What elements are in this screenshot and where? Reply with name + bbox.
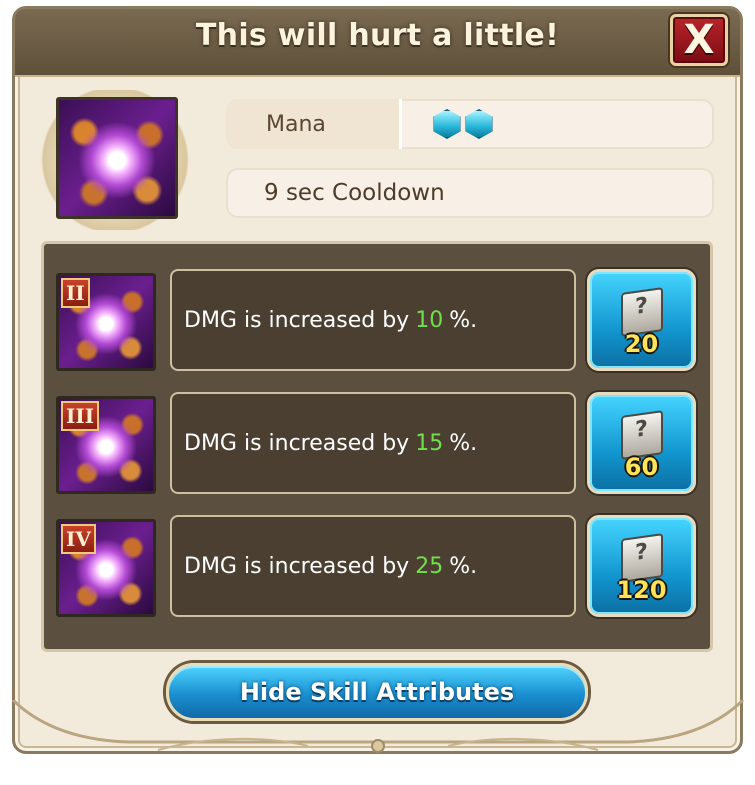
mana-gem-icon	[465, 109, 493, 139]
skill-level-row: IV DMG is increased by 25 %. 120	[56, 515, 696, 619]
skill-level-row: II DMG is increased by 10 %. 20	[56, 269, 696, 373]
cost-value: 120	[616, 576, 667, 604]
description-prefix: DMG is increased by	[184, 307, 410, 333]
mana-gems	[432, 109, 494, 139]
description-prefix: DMG is increased by	[184, 430, 410, 456]
upgrade-cost-button[interactable]: 20	[587, 269, 696, 371]
mana-cost-row: Mana	[226, 99, 714, 149]
upgrade-cost-button[interactable]: 120	[587, 515, 696, 617]
level-numeral: III	[61, 401, 100, 431]
close-icon: X	[683, 17, 715, 63]
percent-value: 25	[415, 553, 444, 579]
level-description: DMG is increased by 15 %.	[170, 392, 576, 494]
cost-value: 60	[624, 453, 659, 481]
percent-value: 10	[415, 307, 444, 333]
description-prefix: DMG is increased by	[184, 553, 410, 579]
cooldown-text: 9 sec Cooldown	[226, 168, 714, 218]
level-description: DMG is increased by 25 %.	[170, 515, 576, 617]
spiral-burst-skill-icon	[56, 97, 178, 219]
skill-level-row: III DMG is increased by 15 %. 60	[56, 392, 696, 496]
level-numeral: II	[61, 278, 90, 308]
description-suffix: %.	[449, 430, 478, 456]
description-suffix: %.	[449, 553, 478, 579]
dialog-title: This will hurt a little!	[195, 18, 560, 53]
skill-level-icon: III	[56, 396, 156, 494]
description-suffix: %.	[449, 307, 478, 333]
skill-level-icon: II	[56, 273, 156, 371]
cost-value: 20	[624, 330, 659, 358]
mana-label: Mana	[226, 99, 402, 149]
level-description: DMG is increased by 10 %.	[170, 269, 576, 371]
skill-level-icon: IV	[56, 519, 156, 617]
percent-value: 15	[415, 430, 444, 456]
level-numeral: IV	[61, 524, 96, 554]
upgrade-cost-button[interactable]: 60	[587, 392, 696, 494]
decorative-scroll-ornament	[11, 700, 745, 753]
mana-gem-icon	[433, 109, 461, 139]
close-button[interactable]: X	[670, 14, 728, 66]
